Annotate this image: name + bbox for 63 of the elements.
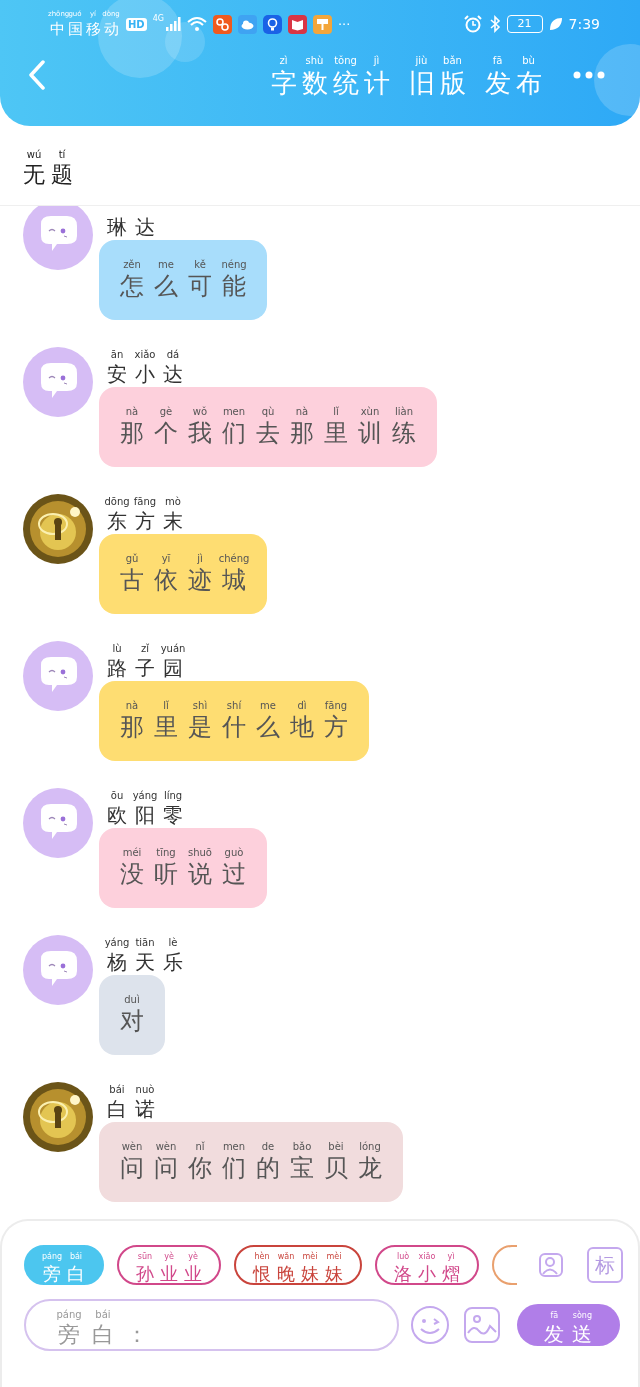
leaf-icon [548,17,563,31]
lightbulb-icon [262,14,282,34]
send-button[interactable]: fā sòng 发送 [516,1304,620,1346]
sender-name: 欧阳零 [106,804,191,826]
chat-bubble-avatar [23,788,93,858]
role-chip[interactable]: luò xiǎo yì 洛小熠 [375,1245,479,1285]
sender-name: 东方末 [106,510,191,532]
message-text: 没听说过 [119,861,256,888]
chat-bubble-avatar [23,935,93,1005]
decorative-bubble [594,44,640,116]
sender-name: 杨天乐 [106,951,191,973]
message-text: 那个我们去那里训练 [119,420,426,447]
header-action[interactable]: fā bù 发布 [482,52,544,98]
message-text: 怎么可能 [119,273,256,300]
message-text: 问问你们的宝贝龙 [119,1155,392,1182]
image-button[interactable] [461,1304,503,1346]
chat-bubble-avatar [23,641,93,711]
app-icon [212,14,232,34]
pinyin-line: zěn me kě néng [122,260,248,273]
sender-name: 白诺 [106,1098,163,1120]
role-chip[interactable]: hèn wǎn mèi mèi 恨晚妹妹 [234,1245,362,1285]
pinyin-line: wú tí [25,150,67,163]
pinyin-line: méi tīng shuō guò [121,848,245,861]
role-chip[interactable]: páng bái 旁白 [24,1245,104,1285]
tag-button[interactable]: 标 [587,1247,623,1283]
cloud-icon [237,14,257,34]
pinyin-line: ōu yáng líng [109,791,184,803]
more-icon [572,69,606,80]
message-text: 对 [119,1008,154,1035]
chat-bubble-avatar [23,206,93,270]
signal-icon [164,17,181,31]
wifi-icon [186,16,207,32]
pinyin-line: duì [123,995,141,1008]
pinyin-line: yáng tiān lè [103,938,179,950]
pinyin-line: wèn wèn nǐ men de bǎo bèi lóng [120,1142,382,1155]
header-action[interactable]: zì shù tǒng jì 字数统计 [268,52,392,98]
pinyin-line: nà gè wǒ men qù nà lǐ xùn liàn [124,407,414,420]
battery-level: 21 [506,15,543,33]
sender-name: 路子园 [106,657,191,679]
pinyin-line: dōng fāng mò [103,497,182,509]
message-text: 那里是什么地方 [119,714,358,741]
carrier-name: 中国移动 [48,21,122,38]
message-text: 古依迹城 [119,567,256,594]
sender-name: 琳达 [106,216,163,238]
pinyin-line: nà lǐ shì shí me dì fāng [124,701,349,714]
hd-badge: HD [126,17,147,31]
pinyin-line: lù zǐ yuán [111,644,187,656]
header-action[interactable]: jiù bǎn 旧版 [406,52,468,98]
pinyin-line: ān xiǎo dá [109,350,181,362]
chat-bubble-avatar [23,347,93,417]
emoji-button[interactable] [409,1304,452,1346]
sender-name: 安小达 [106,363,191,385]
input-field[interactable]: páng bái 旁白： [24,1299,400,1351]
network-type: 4G [152,14,164,23]
story-title: 无题 [22,163,79,188]
clock-time: 7:39 [568,16,600,32]
bluetooth-icon [488,15,501,33]
role-chip[interactable]: sūn yè yè 孙业业 [117,1245,221,1285]
book-icon [287,14,307,34]
alarm-icon [462,15,483,33]
more-notifications: ··· [337,16,351,32]
pinyin-line: bái nuò [108,1085,156,1097]
pinyin-line: gǔ yī jì chéng [124,554,251,567]
